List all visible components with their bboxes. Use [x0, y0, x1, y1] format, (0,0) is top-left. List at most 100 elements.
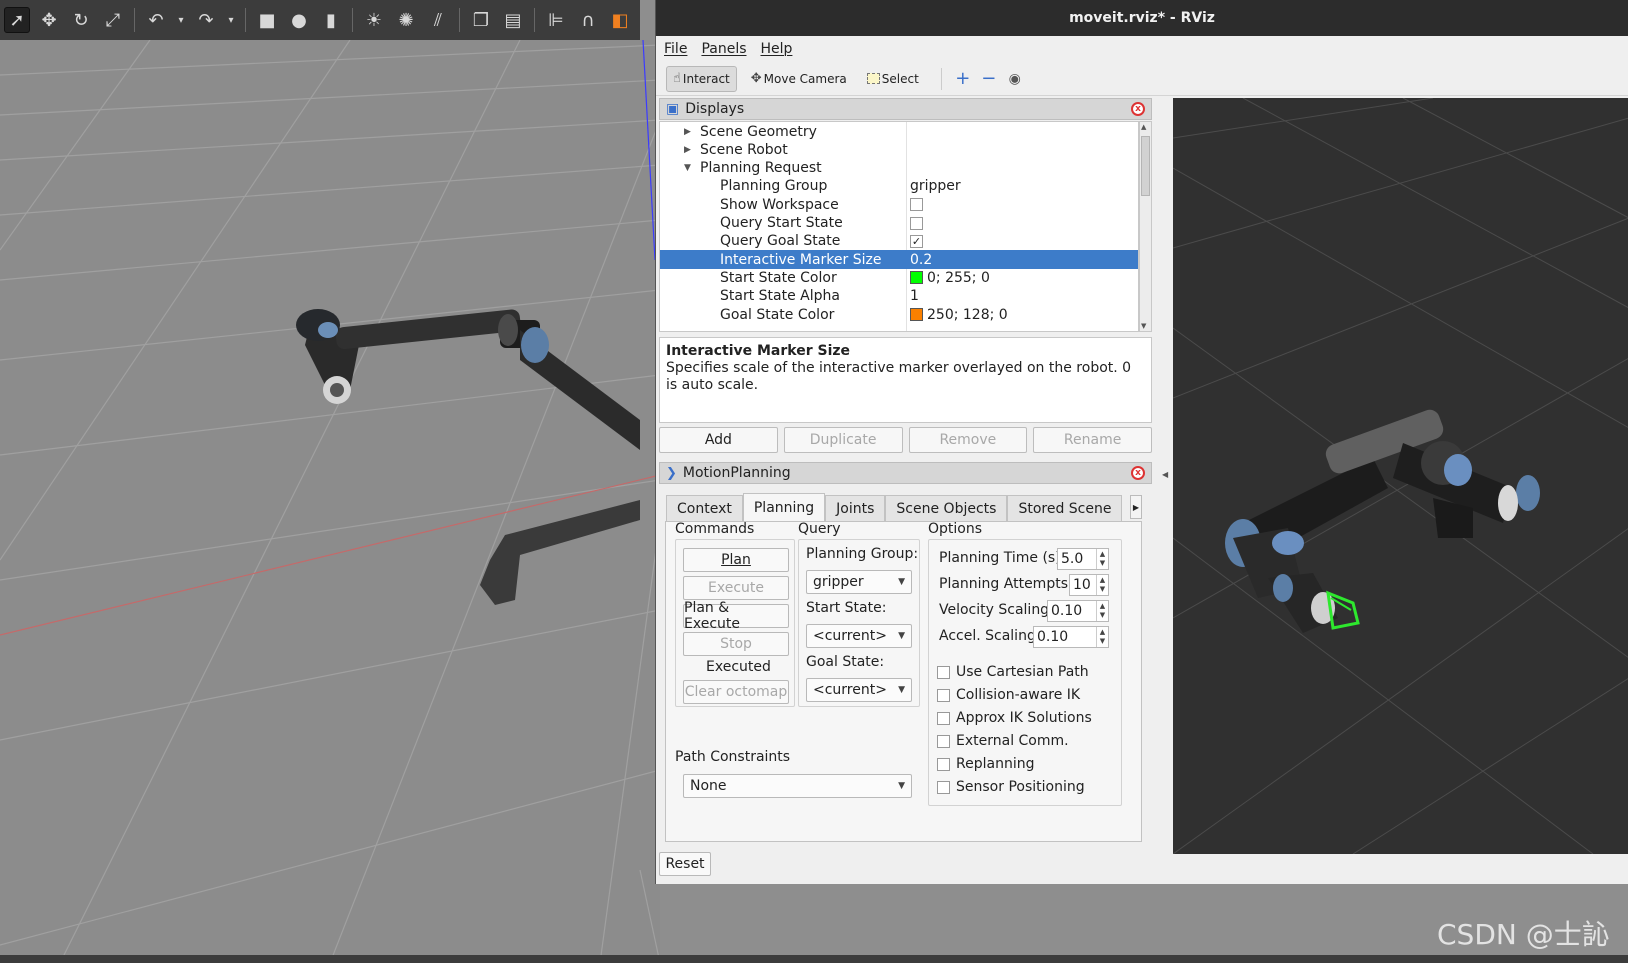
- tree-row[interactable]: Show Workspace: [660, 195, 1138, 214]
- tree-row[interactable]: Start State Color 0; 255; 0: [660, 268, 1138, 287]
- scale-icon[interactable]: ⤢: [100, 7, 126, 33]
- collapse-arrow-icon[interactable]: ▶: [684, 127, 691, 137]
- plan-and-execute-button[interactable]: Plan & Execute: [683, 600, 789, 632]
- checkbox[interactable]: [937, 688, 950, 702]
- option-checkbox-row[interactable]: Use Cartesian Path: [937, 664, 1089, 680]
- tree-row-value[interactable]: 250; 128; 0: [910, 307, 1008, 323]
- point-light-icon[interactable]: ☀: [361, 7, 387, 33]
- checkbox[interactable]: [937, 711, 950, 725]
- chevron-down-icon: ▼: [898, 631, 905, 641]
- select-arrow-icon[interactable]: ➚: [4, 7, 30, 33]
- undo-icon[interactable]: ↶: [143, 7, 169, 33]
- expand-arrow-icon[interactable]: ▼: [684, 163, 691, 173]
- interact-label: Interact: [682, 71, 730, 86]
- tree-row-value[interactable]: ✓: [910, 234, 927, 248]
- toolbar-separator: [940, 67, 942, 90]
- planning-group-select[interactable]: gripper ▼: [806, 570, 912, 594]
- path-constraints-select[interactable]: None ▼: [683, 774, 912, 798]
- redo-menu-icon[interactable]: ▾: [225, 7, 237, 33]
- start-state-select[interactable]: <current> ▼: [806, 624, 912, 648]
- checkbox[interactable]: [937, 734, 950, 748]
- clear-octomap-button[interactable]: Clear octomap: [683, 680, 789, 704]
- menu-help[interactable]: Help: [761, 41, 793, 57]
- checkbox[interactable]: [937, 780, 950, 794]
- option-checkbox-row[interactable]: External Comm.: [937, 733, 1069, 749]
- option-checkbox-row[interactable]: Approx IK Solutions: [937, 710, 1092, 726]
- remove-tool-icon[interactable]: −: [976, 66, 1002, 92]
- duplicate-button[interactable]: Duplicate: [783, 427, 903, 453]
- tree-row-value[interactable]: [910, 198, 927, 212]
- scroll-down-icon[interactable]: ▼: [1141, 322, 1146, 330]
- box-icon[interactable]: ■: [254, 7, 280, 33]
- tree-row-value[interactable]: 0; 255; 0: [910, 270, 990, 286]
- rotate-icon[interactable]: ↻: [68, 7, 94, 33]
- remove-button[interactable]: Remove: [908, 427, 1028, 453]
- paste-icon[interactable]: ▤: [500, 7, 526, 33]
- reset-button[interactable]: Reset: [659, 852, 711, 876]
- copy-icon[interactable]: ❐: [468, 7, 494, 33]
- add-tool-icon[interactable]: +: [950, 66, 976, 92]
- tree-row[interactable]: Goal State Color 250; 128; 0: [660, 305, 1138, 324]
- tab-stored-scene[interactable]: Stored Scene: [1007, 495, 1123, 521]
- plan-button[interactable]: Plan: [683, 548, 789, 572]
- align-icon[interactable]: ⊫: [543, 7, 569, 33]
- tree-row-value[interactable]: 1: [910, 288, 919, 304]
- rviz-3d-viewport[interactable]: [1173, 98, 1628, 854]
- tree-row-value[interactable]: [910, 216, 927, 230]
- tab-planning[interactable]: Planning: [742, 493, 826, 521]
- gazebo-3d-scene[interactable]: [0, 40, 660, 963]
- scrollbar-thumb[interactable]: [1141, 136, 1150, 196]
- checkbox[interactable]: ✓: [910, 234, 923, 248]
- goal-state-select[interactable]: <current> ▼: [806, 678, 912, 702]
- close-icon[interactable]: x: [1131, 102, 1145, 116]
- toolbar-separator: [352, 8, 353, 32]
- collapse-arrow-icon[interactable]: ▶: [684, 145, 691, 155]
- translate-icon[interactable]: ✥: [36, 7, 62, 33]
- tab-context[interactable]: Context: [666, 495, 743, 521]
- tree-row-value[interactable]: gripper: [910, 178, 961, 194]
- sphere-icon[interactable]: ●: [286, 7, 312, 33]
- select-tool-button[interactable]: Select: [861, 66, 925, 92]
- collapse-panel-icon[interactable]: ◀: [1162, 470, 1168, 479]
- tree-row[interactable]: Planning Group gripper: [660, 177, 1138, 196]
- execute-button[interactable]: Execute: [683, 576, 789, 600]
- redo-icon[interactable]: ↷: [193, 7, 219, 33]
- path-constraints-title: Path Constraints: [675, 749, 791, 765]
- checkbox[interactable]: [910, 216, 923, 230]
- close-icon[interactable]: x: [1131, 466, 1145, 480]
- menu-panels[interactable]: Panels: [701, 41, 746, 57]
- option-checkbox-row[interactable]: Collision-aware IK: [937, 687, 1080, 703]
- displays-scrollbar[interactable]: ▲ ▼: [1139, 121, 1152, 332]
- tree-row[interactable]: Query Start State: [660, 214, 1138, 233]
- spot-light-icon[interactable]: ✺: [393, 7, 419, 33]
- option-checkbox-row[interactable]: Replanning: [937, 756, 1034, 772]
- option-checkbox-row[interactable]: Sensor Positioning: [937, 779, 1085, 795]
- view-angle-icon[interactable]: ◧: [607, 7, 633, 33]
- tree-row[interactable]: ▶ Scene Geometry: [660, 122, 1138, 141]
- menu-file[interactable]: File: [664, 41, 687, 57]
- move-camera-tool-button[interactable]: ✥ Move Camera: [745, 66, 853, 92]
- tree-row[interactable]: Start State Alpha 1: [660, 287, 1138, 306]
- checkbox[interactable]: [910, 198, 923, 212]
- undo-menu-icon[interactable]: ▾: [175, 7, 187, 33]
- query-title: Query: [798, 521, 841, 537]
- tab-scene-objects[interactable]: Scene Objects: [885, 495, 1008, 521]
- snap-icon[interactable]: ∩: [575, 7, 601, 33]
- tab-scroll-right-icon[interactable]: ▶: [1130, 495, 1142, 519]
- scroll-up-icon[interactable]: ▲: [1141, 123, 1146, 131]
- directional-light-icon[interactable]: ⫽: [425, 7, 451, 33]
- add-button[interactable]: Add: [659, 427, 778, 453]
- tree-row[interactable]: ▼ Planning Request: [660, 159, 1138, 178]
- cylinder-icon[interactable]: ▮: [318, 7, 344, 33]
- tree-row[interactable]: Interactive Marker Size 0.2: [660, 250, 1138, 270]
- tree-row[interactable]: Query Goal State ✓: [660, 232, 1138, 251]
- tab-joints[interactable]: Joints: [825, 495, 886, 521]
- tree-row[interactable]: ▶ Scene Robot: [660, 140, 1138, 159]
- rename-button[interactable]: Rename: [1033, 427, 1152, 453]
- checkbox[interactable]: [937, 757, 950, 771]
- stop-button[interactable]: Stop: [683, 632, 789, 656]
- eye-icon[interactable]: ◉: [1002, 66, 1028, 92]
- interact-tool-button[interactable]: ☝ Interact: [666, 65, 737, 92]
- checkbox[interactable]: [937, 665, 950, 679]
- tree-row-value[interactable]: 0.2: [910, 252, 932, 268]
